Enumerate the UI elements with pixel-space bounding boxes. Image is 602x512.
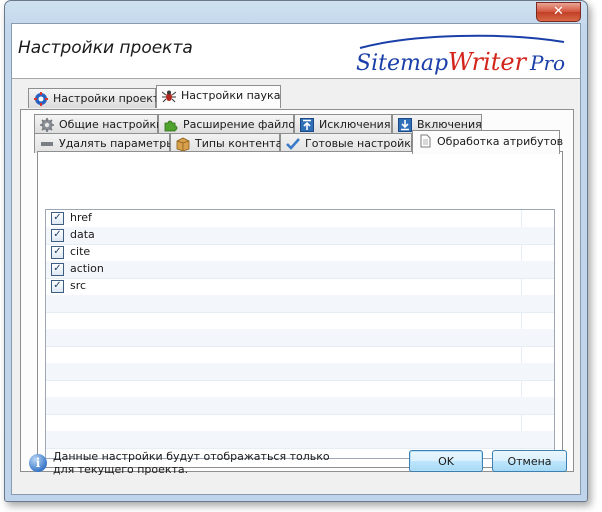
empty-row [46,397,554,415]
attribute-checkbox[interactable]: ✓ [51,246,64,259]
dialog-header: Настройки проекта Sitemap Writer Pro [12,24,580,79]
box-icon [176,137,190,151]
exclude-icon [300,118,314,132]
tab-attribute-processing[interactable]: Обработка атрибутов [412,130,564,154]
tab-label: Расширение файлов [183,118,302,131]
dialog-window: ✕ Настройки проекта Sitemap Writer Pro Н… [4,0,588,502]
tab-content-types[interactable]: Типы контента [170,133,283,153]
ok-button[interactable]: OK [409,450,483,472]
minus-icon [41,142,53,146]
tab-label: Готовые настройки [305,137,419,150]
list-item[interactable]: ✓ cite [46,244,554,262]
close-button[interactable]: ✕ [536,2,581,22]
attribute-checkbox[interactable]: ✓ [51,280,64,293]
sitemapwriter-pro-logo: Sitemap Writer Pro [356,34,565,76]
page-title: Настройки проекта [18,38,193,58]
attribute-name: cite [70,245,91,258]
list-item[interactable]: ✓ data [46,227,554,245]
gear-blue-icon [34,92,48,106]
dialog-client-area: Настройки проекта Sitemap Writer Pro Нас… [11,23,581,495]
attributes-list[interactable]: ✓ href ✓ data ✓ cite ✓ action ✓ src [45,209,555,459]
empty-row [46,312,554,330]
tab-label: Настройки проекта [53,92,167,105]
attribute-name: action [70,262,104,275]
tab-label: Исключения [319,118,391,131]
list-item[interactable]: ✓ href [46,210,554,228]
attribute-checkbox[interactable]: ✓ [51,212,64,225]
tab-spider-settings[interactable]: Настройки паука [156,85,281,108]
info-message: Данные настройки будут отображаться толь… [53,450,330,476]
tab-exclusions[interactable]: Исключения [294,114,392,134]
check-icon [286,138,300,150]
tab-label: Удалять параметры [59,137,175,150]
attribute-name: href [70,211,92,224]
empty-row [46,295,554,313]
list-item[interactable]: ✓ src [46,278,554,296]
dialog-footer: i Данные настройки будут отображаться то… [12,434,580,494]
empty-row [46,363,554,381]
info-icon: i [29,454,47,472]
empty-row [46,329,554,347]
cancel-button[interactable]: Отмена [492,450,567,472]
tab-label: Обработка атрибутов [437,135,564,148]
tab-file-extensions[interactable]: Расширение файлов [158,114,302,134]
tab-general-settings[interactable]: Общие настройки [34,114,163,134]
empty-row [46,380,554,398]
tab-preset-settings[interactable]: Готовые настройки [280,133,418,153]
puzzle-icon [164,120,178,132]
tab-project-settings[interactable]: Настройки проекта [28,88,166,108]
empty-row [46,346,554,364]
list-item[interactable]: ✓ action [46,261,554,279]
attribute-checkbox[interactable]: ✓ [51,229,64,242]
logo-writer-text: Writer [448,48,528,76]
attribute-checkbox[interactable]: ✓ [51,263,64,276]
tab-label: Настройки паука [181,89,281,102]
logo-pro-text: Pro [529,51,565,75]
tab-label: Общие настройки [59,118,164,131]
document-icon [420,134,431,148]
gear-icon [40,118,54,132]
include-icon [398,118,412,132]
attribute-name: data [70,228,95,241]
tab-remove-parameters[interactable]: Удалять параметры [34,133,175,153]
tab-label: Типы контента [195,137,283,150]
logo-sitemap-text: Sitemap [356,51,448,76]
empty-row [46,414,554,432]
spider-icon [162,90,176,103]
attribute-name: src [70,279,87,292]
